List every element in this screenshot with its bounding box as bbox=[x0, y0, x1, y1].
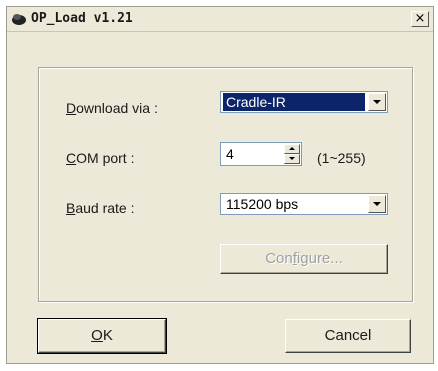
com-port-value: 4 bbox=[226, 146, 234, 162]
chevron-down-icon[interactable] bbox=[368, 195, 386, 213]
baud-rate-label: Baud rate : bbox=[66, 200, 135, 216]
close-button[interactable]: × bbox=[411, 11, 429, 27]
com-port-label-rest: OM port : bbox=[76, 150, 135, 166]
download-via-mnemonic: D bbox=[66, 100, 77, 116]
com-port-range-hint: (1~255) bbox=[317, 150, 366, 166]
baud-rate-label-rest: aud rate : bbox=[75, 200, 135, 216]
window-title: OP_Load v1.21 bbox=[31, 11, 133, 26]
spin-down-icon[interactable] bbox=[284, 154, 300, 164]
cancel-button[interactable]: Cancel bbox=[285, 319, 411, 353]
spin-buttons bbox=[284, 144, 300, 164]
ok-button[interactable]: OK bbox=[37, 318, 167, 354]
title-bar[interactable]: OP_Load v1.21 × bbox=[7, 7, 433, 32]
baud-rate-mnemonic: B bbox=[66, 200, 76, 216]
com-port-spinner[interactable]: 4 bbox=[220, 142, 302, 166]
com-port-label: COM port : bbox=[66, 150, 134, 166]
download-via-value: Cradle-IR bbox=[223, 93, 365, 111]
app-logo-icon bbox=[12, 14, 26, 25]
download-via-label-rest: ownload via : bbox=[76, 100, 158, 116]
download-via-select[interactable]: Cradle-IR bbox=[220, 91, 388, 113]
com-port-mnemonic: C bbox=[66, 150, 77, 166]
configure-button-label: Configure... bbox=[265, 250, 343, 267]
download-via-label: Download via : bbox=[66, 100, 158, 116]
spin-up-icon[interactable] bbox=[284, 144, 300, 154]
cancel-button-label: Cancel bbox=[324, 327, 372, 344]
op-load-dialog: OP_Load v1.21 × Download via : Cradle-IR… bbox=[6, 6, 434, 364]
baud-rate-value: 115200 bps bbox=[226, 196, 299, 212]
baud-rate-select[interactable]: 115200 bps bbox=[220, 193, 388, 215]
close-icon: × bbox=[414, 11, 426, 26]
chevron-down-icon[interactable] bbox=[368, 93, 386, 111]
configure-button[interactable]: Configure... bbox=[220, 244, 388, 274]
ok-button-label: OK bbox=[91, 327, 113, 344]
